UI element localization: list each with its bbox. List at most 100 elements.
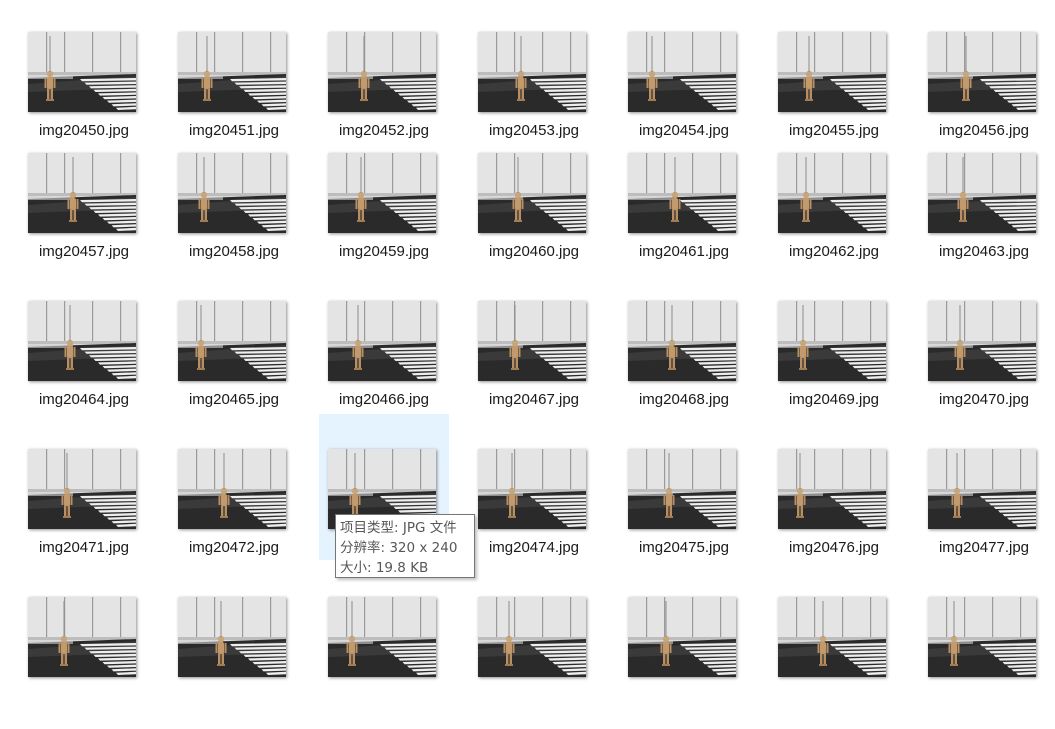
file-name[interactable]: img20465.jpg [168,391,300,408]
image-thumbnail[interactable] [328,597,436,677]
file-name[interactable]: img20458.jpg [168,243,300,260]
file-tile[interactable]: img20454.jpg [619,24,749,164]
tooltip-item-type: 项目类型: JPG 文件 [340,520,457,536]
file-name[interactable]: img20475.jpg [618,539,750,556]
image-thumbnail[interactable] [328,153,436,233]
file-name[interactable]: img20470.jpg [918,391,1050,408]
file-tile[interactable]: img20467.jpg [469,293,599,433]
file-tile[interactable]: img20465.jpg [169,293,299,433]
file-tile[interactable]: img20474.jpg [468,414,600,556]
file-tile[interactable]: img20455.jpg [769,24,899,164]
image-thumbnail[interactable] [328,32,436,112]
image-thumbnail[interactable] [778,449,886,529]
image-thumbnail[interactable] [28,301,136,381]
file-info-tooltip: 项目类型: JPG 文件 分辨率: 320 x 240 大小: 19.8 KB [335,514,475,578]
file-name[interactable]: img20455.jpg [768,122,900,139]
file-tile[interactable] [919,589,1049,729]
file-name[interactable]: img20459.jpg [318,243,450,260]
file-tile[interactable] [319,589,449,729]
image-thumbnail[interactable] [628,597,736,677]
file-tile[interactable]: img20452.jpg [319,24,449,164]
file-tile[interactable]: img20469.jpg [769,293,899,433]
file-tile[interactable]: img20453.jpg [469,24,599,164]
file-tile[interactable]: img20451.jpg [169,24,299,164]
file-tile[interactable] [19,589,149,729]
image-thumbnail[interactable] [628,153,736,233]
file-tile[interactable]: img20450.jpg [19,24,149,164]
file-tile[interactable]: img20470.jpg [919,293,1049,433]
image-thumbnail[interactable] [928,301,1036,381]
file-name[interactable]: img20452.jpg [318,122,450,139]
image-thumbnail[interactable] [478,449,586,529]
file-name[interactable]: img20477.jpg [918,539,1050,556]
tooltip-file-size: 大小: 19.8 KB [340,560,429,576]
file-name[interactable]: img20468.jpg [618,391,750,408]
file-tile[interactable]: img20471.jpg [18,414,150,556]
file-tile[interactable]: img20456.jpg [919,24,1049,164]
image-thumbnail[interactable] [478,32,586,112]
file-tile[interactable]: img20459.jpg [319,145,449,285]
image-thumbnail[interactable] [28,32,136,112]
file-name[interactable]: img20463.jpg [918,243,1050,260]
image-thumbnail[interactable] [28,153,136,233]
file-name[interactable]: img20474.jpg [468,539,600,556]
image-thumbnail[interactable] [778,597,886,677]
image-thumbnail[interactable] [928,32,1036,112]
file-tile[interactable]: img20462.jpg [769,145,899,285]
image-thumbnail[interactable] [478,597,586,677]
file-name[interactable]: img20476.jpg [768,539,900,556]
file-name[interactable]: img20464.jpg [18,391,150,408]
tooltip-resolution: 分辨率: 320 x 240 [340,540,458,556]
file-tile[interactable]: img20476.jpg [768,414,900,556]
image-thumbnail[interactable] [928,597,1036,677]
image-thumbnail[interactable] [328,301,436,381]
image-thumbnail[interactable] [178,153,286,233]
file-name[interactable]: img20451.jpg [168,122,300,139]
file-name[interactable]: img20460.jpg [468,243,600,260]
file-name[interactable]: img20471.jpg [18,539,150,556]
image-thumbnail[interactable] [478,301,586,381]
image-thumbnail[interactable] [628,301,736,381]
image-thumbnail[interactable] [628,449,736,529]
image-thumbnail[interactable] [928,449,1036,529]
image-thumbnail[interactable] [178,449,286,529]
thumbnail-grid: img20450.jpg img20451.jpg img20452.jpg img2… [0,0,1055,677]
file-name[interactable]: img20472.jpg [168,539,300,556]
image-thumbnail[interactable] [178,301,286,381]
file-tile[interactable]: img20472.jpg [168,414,300,556]
file-name[interactable]: img20462.jpg [768,243,900,260]
image-thumbnail[interactable] [628,32,736,112]
image-thumbnail[interactable] [778,32,886,112]
file-name[interactable]: img20461.jpg [618,243,750,260]
file-tile[interactable]: img20458.jpg [169,145,299,285]
image-thumbnail[interactable] [178,32,286,112]
file-tile[interactable]: img20461.jpg [619,145,749,285]
image-thumbnail[interactable] [778,301,886,381]
file-tile[interactable]: img20468.jpg [619,293,749,433]
file-tile[interactable]: img20460.jpg [469,145,599,285]
image-thumbnail[interactable] [928,153,1036,233]
file-tile[interactable]: img20463.jpg [919,145,1049,285]
image-thumbnail[interactable] [28,449,136,529]
file-tile[interactable] [769,589,899,729]
file-tile[interactable] [469,589,599,729]
file-tile[interactable]: img20457.jpg [19,145,149,285]
file-name[interactable]: img20453.jpg [468,122,600,139]
file-tile[interactable] [169,589,299,729]
file-name[interactable]: img20457.jpg [18,243,150,260]
file-tile[interactable]: img20475.jpg [618,414,750,556]
image-thumbnail[interactable] [478,153,586,233]
file-name[interactable]: img20467.jpg [468,391,600,408]
file-tile[interactable]: img20477.jpg [918,414,1050,556]
file-tile[interactable]: img20464.jpg [19,293,149,433]
file-tile[interactable]: img20466.jpg [319,293,449,433]
file-name[interactable]: img20456.jpg [918,122,1050,139]
image-thumbnail[interactable] [178,597,286,677]
image-thumbnail[interactable] [778,153,886,233]
file-tile[interactable] [619,589,749,729]
file-name[interactable]: img20469.jpg [768,391,900,408]
file-name[interactable]: img20466.jpg [318,391,450,408]
file-name[interactable]: img20454.jpg [618,122,750,139]
file-name[interactable]: img20450.jpg [18,122,150,139]
image-thumbnail[interactable] [28,597,136,677]
